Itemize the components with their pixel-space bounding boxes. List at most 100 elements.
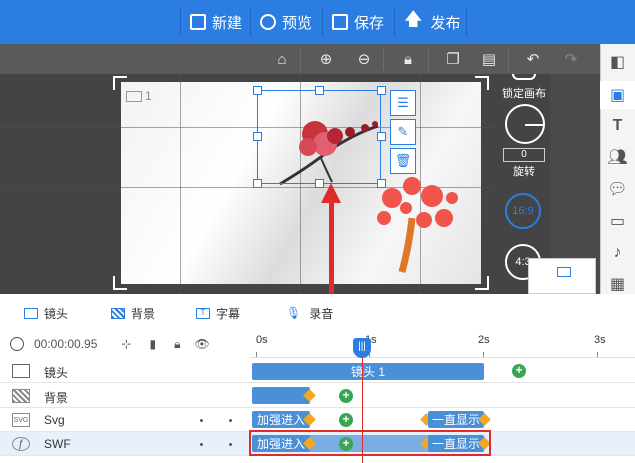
tick-label: 0s	[256, 334, 268, 346]
camera-icon	[24, 307, 38, 319]
lock-dot[interactable]	[229, 419, 232, 422]
lock-icon[interactable]: 🔒︎	[174, 337, 180, 352]
subtitle-icon: T	[196, 307, 210, 319]
copy-icon[interactable]: ❐	[438, 44, 468, 74]
swf-icon: ƒ	[12, 437, 30, 451]
save-button[interactable]: 保存	[332, 0, 384, 44]
resize-handle[interactable]	[377, 86, 386, 95]
toolbar-divider	[394, 8, 395, 36]
effect-clip-enter[interactable]: 加强进入	[252, 411, 310, 428]
resize-handle[interactable]	[377, 132, 386, 141]
tab-camera[interactable]: 镜头	[24, 298, 68, 328]
track-background[interactable]	[0, 384, 635, 408]
timeline-controls: 00:00:00.95 ⊹ ▮ 🔒︎ 👁︎	[0, 332, 250, 356]
home-icon[interactable]: ⌂	[267, 44, 297, 74]
visibility-dot[interactable]	[200, 443, 203, 446]
add-keyframe-button[interactable]: +	[512, 364, 526, 378]
add-keyframe-button[interactable]: +	[339, 389, 353, 403]
time-display: 00:00:00.95	[34, 337, 98, 351]
tick-label: 2s	[478, 334, 490, 346]
lock-icon[interactable]: 🔒︎	[393, 44, 423, 74]
microphone-icon: 🎙︎	[286, 306, 302, 320]
camera-label: 1	[126, 89, 152, 103]
tab-record[interactable]: 🎙︎ 录音	[286, 298, 333, 328]
new-label: 新建	[212, 14, 243, 32]
time-ruler[interactable]	[250, 332, 635, 358]
publish-button[interactable]: 🡅 发布	[404, 0, 461, 44]
toolbar-divider	[322, 8, 323, 36]
track-svg[interactable]	[0, 408, 635, 432]
frame-corner	[475, 276, 489, 290]
brush-icon[interactable]: ✎	[390, 119, 416, 145]
image-icon[interactable]: ▣	[600, 81, 635, 109]
shape-icon[interactable]: ◧	[600, 48, 635, 76]
top-toolbar	[0, 0, 635, 44]
effect-clip-always[interactable]: 一直显示	[428, 411, 484, 428]
thumbnail-icon	[557, 267, 571, 277]
tick	[256, 352, 257, 357]
tick	[597, 352, 598, 357]
trash-icon[interactable]: ▮	[149, 337, 156, 351]
add-keyframe-button[interactable]: +	[339, 413, 353, 427]
zoom-out-icon[interactable]: ⊖	[349, 44, 379, 74]
background-icon	[12, 389, 30, 403]
eye-icon[interactable]: 👁︎	[194, 337, 209, 351]
rotate-input[interactable]: 0	[503, 148, 545, 162]
frame-corner	[113, 276, 127, 290]
ratio-16-9-button[interactable]: 16:9	[505, 193, 541, 229]
resize-handle[interactable]	[253, 86, 262, 95]
toolbar-divider	[428, 48, 429, 70]
align-icon[interactable]: ☰	[390, 90, 416, 116]
mini-preview[interactable]	[528, 258, 596, 294]
highlight-box	[249, 430, 491, 456]
rotate-dial[interactable]	[505, 104, 545, 144]
lock-canvas-icon[interactable]	[512, 74, 536, 80]
text-icon[interactable]: T	[600, 112, 635, 140]
resize-handle[interactable]	[315, 86, 324, 95]
guide-line	[180, 74, 181, 294]
redo-icon[interactable]: ↷	[556, 44, 586, 74]
toolbar-divider	[300, 48, 301, 70]
tick-label: 3s	[594, 334, 606, 346]
tab-subtitle-label: 字幕	[216, 306, 241, 321]
svg-icon: SVG	[12, 413, 30, 427]
lock-canvas-label: 锁定画布	[502, 88, 546, 100]
playhead-handle[interactable]: |||	[353, 338, 371, 358]
save-icon	[332, 14, 348, 30]
characters-icon[interactable]: 👥︎	[600, 143, 635, 171]
save-label: 保存	[354, 14, 385, 32]
resize-handle[interactable]	[253, 132, 262, 141]
new-icon	[190, 14, 206, 30]
toolbar-divider	[466, 8, 467, 36]
preview-icon	[260, 14, 276, 30]
camera-icon	[126, 91, 142, 103]
tab-subtitle[interactable]: T 字幕	[196, 298, 240, 328]
background-clip[interactable]	[252, 387, 310, 404]
preview-button[interactable]: 预览	[260, 0, 312, 44]
visibility-dot[interactable]	[200, 419, 203, 422]
zoom-in-icon[interactable]: ⊕	[311, 44, 341, 74]
resize-handle[interactable]	[253, 179, 262, 188]
speech-bubble-icon[interactable]: 💬︎	[600, 175, 635, 203]
lock-dot[interactable]	[229, 443, 232, 446]
frame-corner	[113, 76, 127, 90]
track-name: 背景	[44, 391, 69, 405]
track-name: Svg	[44, 413, 65, 427]
toolbar-divider	[250, 8, 251, 36]
paste-icon[interactable]: ▤	[474, 44, 504, 74]
toolbar-divider	[383, 48, 384, 70]
tab-background-label: 背景	[131, 306, 156, 321]
music-icon[interactable]: ♪	[600, 239, 635, 267]
new-button[interactable]: 新建	[190, 0, 242, 44]
tree-image[interactable]	[372, 168, 467, 276]
camera-clip[interactable]: 镜头 1	[252, 363, 484, 380]
selection-box[interactable]	[257, 90, 381, 184]
tab-background[interactable]: 背景	[111, 298, 155, 328]
tab-camera-label: 镜头	[44, 306, 69, 321]
publish-label: 发布	[430, 14, 461, 32]
undo-icon[interactable]: ↶	[518, 44, 548, 74]
upload-arrow-icon: 🡅	[404, 9, 423, 29]
target-icon[interactable]: ⊹	[121, 337, 131, 351]
background-icon	[111, 307, 125, 319]
inbox-icon[interactable]: ▭	[600, 207, 635, 235]
